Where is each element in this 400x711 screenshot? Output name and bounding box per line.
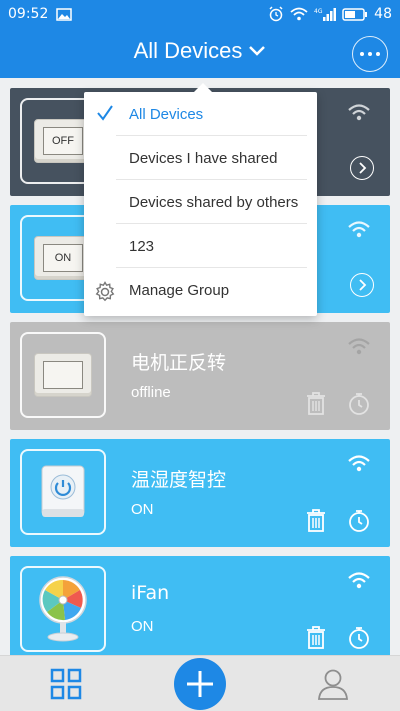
more-dot xyxy=(360,52,364,56)
trash-icon[interactable] xyxy=(306,509,326,533)
device-name: iFan xyxy=(131,582,170,604)
dropdown-item-shared-by-me[interactable]: Devices I have shared xyxy=(84,136,317,180)
group-dropdown-menu: All Devices Devices I have shared Device… xyxy=(84,83,317,316)
wifi-signal-icon xyxy=(348,104,370,121)
device-group-selector[interactable]: All Devices xyxy=(0,38,400,64)
device-status: offline xyxy=(131,384,171,401)
status-bar: 09:52 4G 48 xyxy=(0,0,400,28)
device-status: ON xyxy=(131,501,154,518)
battery-icon xyxy=(342,7,368,21)
more-options-button[interactable] xyxy=(352,36,388,72)
alarm-icon xyxy=(269,6,283,22)
checkmark-icon xyxy=(97,105,113,121)
more-dot xyxy=(376,52,380,56)
add-device-button[interactable] xyxy=(174,658,226,710)
manage-group-label: Manage Group xyxy=(129,281,230,299)
trash-icon[interactable] xyxy=(306,626,326,650)
dropdown-item-all-devices[interactable]: All Devices xyxy=(84,92,317,136)
switch-label: OFF xyxy=(43,127,83,155)
device-name: 电机正反转 xyxy=(131,352,227,374)
dropdown-item-label: All Devices xyxy=(129,105,204,123)
wifi-signal-icon xyxy=(348,338,370,355)
app-header: All Devices xyxy=(0,28,400,78)
device-detail-button[interactable] xyxy=(350,273,374,297)
signal-icon: 4G xyxy=(314,8,337,21)
grid-icon[interactable] xyxy=(50,668,82,700)
battery-level: 48 xyxy=(374,6,392,22)
wifi-signal-icon xyxy=(348,455,370,472)
thermostat-device-image xyxy=(41,465,85,517)
device-card-thermo[interactable]: 温湿度智控 ON xyxy=(10,439,390,547)
device-thumbnail xyxy=(20,566,106,652)
bottom-navigation xyxy=(0,655,400,711)
timer-icon[interactable] xyxy=(348,626,370,650)
device-card-ifan[interactable]: iFan ON xyxy=(10,556,390,664)
user-icon[interactable] xyxy=(316,668,350,700)
wifi-signal-icon xyxy=(348,221,370,238)
dropdown-item-label: 123 xyxy=(129,237,155,255)
dropdown-item-group-123[interactable]: 123 xyxy=(84,224,317,268)
more-dot xyxy=(368,52,372,56)
device-card-motor[interactable]: 电机正反转 offline xyxy=(10,322,390,430)
fan-device-image xyxy=(39,576,87,642)
device-name: 温湿度智控 xyxy=(131,469,227,491)
device-thumbnail xyxy=(20,449,106,535)
trash-icon[interactable] xyxy=(306,392,326,416)
switch-plate xyxy=(43,361,83,389)
device-status: ON xyxy=(131,618,154,635)
page-title: All Devices xyxy=(133,38,243,63)
dropdown-item-label: Devices I have shared xyxy=(129,149,278,167)
add-icon xyxy=(187,671,213,697)
wifi-status-icon xyxy=(290,7,308,21)
wifi-signal-icon xyxy=(348,572,370,589)
device-detail-button[interactable] xyxy=(350,156,374,180)
switch-label: ON xyxy=(43,244,83,272)
dropdown-item-label: Devices shared by others xyxy=(129,193,299,211)
dropdown-item-shared-by-others[interactable]: Devices shared by others xyxy=(84,180,317,224)
light-switch-image xyxy=(34,353,92,397)
chevron-down-icon xyxy=(249,46,266,56)
gear-icon xyxy=(95,281,115,302)
timer-icon[interactable] xyxy=(348,509,370,533)
timer-icon[interactable] xyxy=(348,392,370,416)
status-time: 09:52 xyxy=(8,6,49,22)
chevron-right-icon xyxy=(359,279,367,291)
chevron-right-icon xyxy=(359,162,367,174)
image-notification-icon xyxy=(56,7,73,21)
svg-text:4G: 4G xyxy=(314,8,323,15)
dropdown-item-manage-group[interactable]: Manage Group xyxy=(84,268,317,312)
device-thumbnail xyxy=(20,332,106,418)
